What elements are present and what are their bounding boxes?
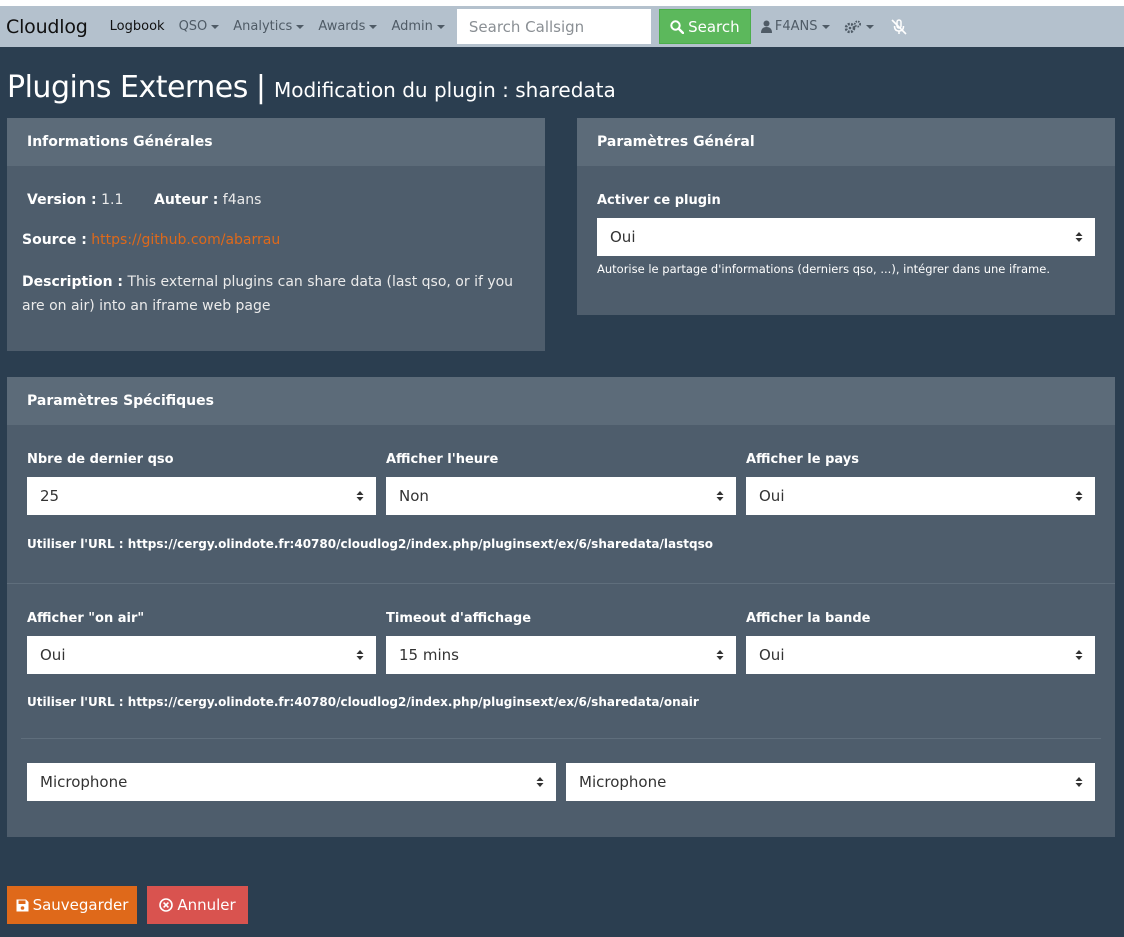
show-onair-select[interactable]: Oui [27,636,376,674]
select-arrows-icon [536,777,544,787]
source-link[interactable]: https://github.com/abarrau [91,232,280,248]
show-time-label: Afficher l'heure [386,452,499,467]
enable-plugin-help: Autorise le partage d'informations (dern… [597,262,1050,276]
select-arrows-icon [356,650,364,660]
display-timeout-select[interactable]: 15 mins [386,636,736,674]
lastqso-url: Utiliser l'URL : https://cergy.olindote.… [27,537,713,551]
general-info-header: Informations Générales [7,118,545,166]
caret-down-icon [821,24,830,29]
search-icon [670,19,685,34]
page-subtitle: Modification du plugin : sharedata [273,78,616,102]
version-row: Version : 1.1 [27,192,123,208]
section-divider [21,738,1101,739]
caret-down-icon [436,24,445,29]
search-button[interactable]: Search [658,9,751,44]
select-arrows-icon [716,650,724,660]
nav-awards[interactable]: Awards [318,19,378,34]
show-country-value: Oui [759,487,785,505]
select-arrows-icon [1075,650,1083,660]
description-label: Description : [22,274,124,290]
page-title: Plugins Externes | Modification du plugi… [7,70,616,105]
select-arrows-icon [356,491,364,501]
onair-url: Utiliser l'URL : https://cergy.olindote.… [27,695,699,709]
enable-plugin-select[interactable]: Oui [597,218,1095,256]
enable-plugin-value: Oui [610,228,636,246]
author-row: Auteur : f4ans [154,192,261,208]
specific-params-header: Paramètres Spécifiques [7,377,1115,425]
save-button-label: Sauvegarder [32,896,129,914]
show-band-value: Oui [759,646,785,664]
user-menu[interactable]: F4ANS [760,19,830,34]
general-info-card: Informations Générales Version : 1.1 Aut… [7,118,545,351]
page-title-main: Plugins Externes [7,70,248,105]
caret-down-icon [296,24,305,29]
caret-down-icon [211,24,220,29]
display-timeout-label: Timeout d'affichage [386,611,532,626]
caret-down-icon [369,24,378,29]
nav-qso-label: QSO [178,19,208,34]
show-band-label: Afficher la bande [746,611,871,626]
mode-select-left-value: Microphone [40,773,128,791]
user-icon [760,20,772,33]
radio-status[interactable] [890,18,908,35]
nav-analytics-label: Analytics [233,19,293,34]
section-divider [7,583,1115,584]
show-country-label: Afficher le pays [746,452,859,467]
last-qso-count-select[interactable]: 25 [27,477,376,515]
source-label: Source : [22,232,87,248]
mode-select-right[interactable]: Microphone [566,763,1095,801]
last-qso-count-value: 25 [40,487,60,505]
general-params-header: Paramètres Général [577,118,1115,166]
nav-admin-label: Admin [391,19,433,34]
source-row: Source : https://github.com/abarrau [22,232,280,248]
navbar: Cloudlog Logbook QSO Analytics Awards Ad… [0,6,1124,47]
version-label: Version : [27,192,97,208]
show-band-select[interactable]: Oui [746,636,1095,674]
select-arrows-icon [1075,491,1083,501]
cancel-button-label: Annuler [177,896,236,914]
search-placeholder: Search Callsign [468,17,585,36]
nav-awards-label: Awards [318,19,366,34]
microphone-slash-icon [890,18,907,35]
nav-logbook-label: Logbook [109,19,165,34]
mode-select-right-value: Microphone [579,773,667,791]
brand-logo[interactable]: Cloudlog [6,16,88,38]
user-name: F4ANS [774,19,818,34]
show-onair-label: Afficher "on air" [27,611,145,626]
author-label: Auteur : [154,192,219,208]
show-time-value: Non [399,487,429,505]
last-qso-count-label: Nbre de dernier qso [27,452,174,467]
nav-logbook[interactable]: Logbook [110,19,165,34]
show-time-select[interactable]: Non [386,477,736,515]
gears-icon [844,20,861,33]
caret-down-icon [865,24,874,29]
page-title-separator: | [255,70,266,105]
floppy-disk-icon [16,899,29,911]
specific-params-card: Paramètres Spécifiques Nbre de dernier q… [7,377,1115,837]
cancel-button[interactable]: Annuler [147,886,248,924]
search-button-label: Search [688,17,740,36]
author-value: f4ans [222,192,262,208]
version-value: 1.1 [101,192,124,208]
nav-admin[interactable]: Admin [391,19,445,34]
times-circle-icon [159,898,174,912]
description-row: Description : This external plugins can … [22,270,527,318]
mode-select-left[interactable]: Microphone [27,763,556,801]
general-params-card: Paramètres Général Activer ce plugin Oui… [577,118,1115,315]
settings-menu[interactable] [844,20,874,34]
select-arrows-icon [1075,777,1083,787]
nav-analytics[interactable]: Analytics [233,19,305,34]
show-onair-value: Oui [40,646,66,664]
select-arrows-icon [1075,232,1083,242]
show-country-select[interactable]: Oui [746,477,1095,515]
save-button[interactable]: Sauvegarder [7,886,137,924]
select-arrows-icon [716,491,724,501]
display-timeout-value: 15 mins [399,646,459,664]
enable-plugin-label: Activer ce plugin [597,193,721,208]
nav-qso[interactable]: QSO [179,19,220,34]
search-callsign-input[interactable]: Search Callsign [456,9,651,44]
